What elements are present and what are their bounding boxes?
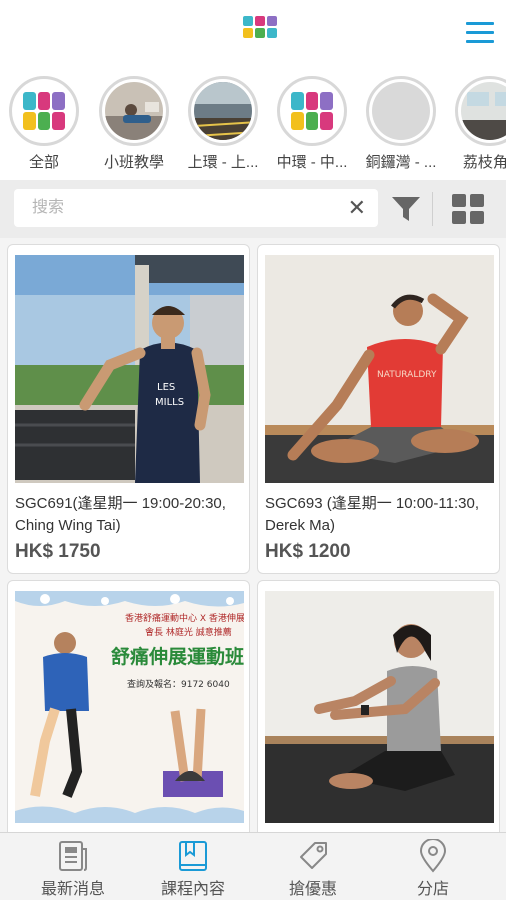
divider: [432, 192, 433, 226]
search-box: ✕: [14, 189, 378, 227]
news-icon: [57, 839, 89, 873]
tab-branches[interactable]: 分店: [370, 833, 496, 900]
bottom-tab-bar: 最新消息 課程內容 搶優惠 分店: [0, 832, 506, 900]
class-photo: [105, 82, 163, 140]
category-sheung-wan[interactable]: 上環 - 上...: [183, 76, 263, 172]
product-title: SGC693 (逢星期一 10:00-11:30, Derek Ma): [265, 495, 479, 534]
poster-top-text: 香港舒痛運動中心 X 香港伸展運動學會: [125, 612, 244, 624]
placeholder-image: [372, 82, 430, 140]
book-icon: [177, 839, 209, 873]
tab-news[interactable]: 最新消息: [10, 833, 136, 900]
stretching-class-poster-image: 香港舒痛運動中心 X 香港伸展運動學會 會長 林庭光 誠意推薦 舒痛伸展運動班 …: [15, 591, 244, 823]
svg-text:NATURALDRY: NATURALDRY: [377, 370, 437, 380]
tag-icon: [297, 839, 329, 873]
grid-view-icon[interactable]: [452, 194, 484, 224]
location-pin-icon: [417, 838, 449, 873]
poster-sub-text: 會長 林庭光 誠意推薦: [145, 626, 232, 638]
category-central[interactable]: 中環 - 中...: [272, 76, 352, 172]
instructor-stretching-outdoors-image: LES MILLS: [15, 255, 244, 483]
tab-label: 課程內容: [160, 881, 225, 898]
product-card[interactable]: 香港舒痛運動中心 X 香港伸展運動學會 會長 林庭光 誠意推薦 舒痛伸展運動班 …: [7, 580, 250, 832]
category-all[interactable]: 全部: [4, 76, 84, 172]
tab-label: 搶優惠: [288, 881, 337, 898]
category-causeway-bay[interactable]: 銅鑼灣 - ...: [361, 76, 441, 172]
product-title: SGC691(逢星期一 19:00-20:30, Ching Wing Tai): [15, 495, 226, 534]
category-label: 中環 - 中...: [276, 154, 348, 171]
product-card[interactable]: LES MILLS SGC691(逢星期一 19:00-20:30, Ching…: [7, 244, 250, 574]
instructor-neck-stretch-image: NATURALDRY: [265, 255, 494, 483]
category-strip: 全部 小班教學 上環 - 上... 中環 - 中... 銅鑼灣 - ... 荔枝…: [0, 76, 506, 180]
search-bar: ✕: [0, 180, 506, 238]
poster-contact: 查詢及報名：9172 6040: [127, 678, 230, 690]
product-price: HK$ 1750: [15, 541, 101, 562]
venue-photo: [194, 82, 252, 140]
app-header: [0, 0, 506, 70]
tab-label: 分店: [416, 881, 449, 898]
category-label: 荔枝角 -: [462, 154, 506, 171]
filter-icon[interactable]: [390, 195, 422, 223]
poster-headline: 舒痛伸展運動班: [111, 645, 244, 668]
category-label: 小班教學: [103, 154, 164, 171]
close-icon[interactable]: ✕: [348, 197, 366, 219]
tab-label: 最新消息: [40, 881, 105, 898]
product-grid: LES MILLS SGC691(逢星期一 19:00-20:30, Ching…: [0, 238, 506, 832]
org-logo-icon: [15, 82, 73, 140]
category-label: 銅鑼灣 - ...: [365, 154, 437, 171]
category-lai-chi-kok[interactable]: 荔枝角 -: [450, 76, 506, 172]
svg-text:LES: LES: [157, 382, 175, 393]
org-logo: [238, 16, 282, 56]
tab-deals[interactable]: 搶優惠: [250, 833, 376, 900]
category-label: 全部: [28, 154, 59, 171]
category-label: 上環 - 上...: [187, 154, 259, 171]
product-card[interactable]: NATURALDRY SGC693 (逢星期一 10:00-11:30, Der…: [257, 244, 500, 574]
org-logo-icon: [283, 82, 341, 140]
product-card[interactable]: [257, 580, 500, 832]
tab-course-content[interactable]: 課程內容: [130, 833, 256, 900]
category-small-class[interactable]: 小班教學: [94, 76, 174, 172]
hamburger-menu-icon[interactable]: [466, 22, 494, 46]
svg-text:MILLS: MILLS: [155, 397, 184, 408]
studio-photo: [461, 82, 506, 140]
woman-seated-stretch-image: [265, 591, 494, 823]
search-input[interactable]: [14, 189, 334, 227]
product-price: HK$ 1200: [265, 541, 351, 562]
